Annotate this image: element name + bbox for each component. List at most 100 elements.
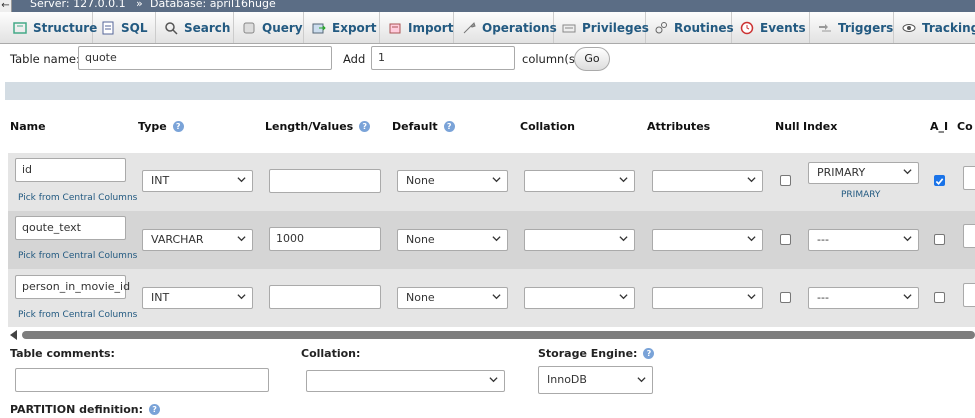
- horizontal-scrollbar[interactable]: [8, 330, 975, 340]
- tab-privileges[interactable]: Privileges: [554, 12, 649, 43]
- help-icon[interactable]: ?: [359, 121, 371, 132]
- column-header-collation: Collation: [520, 120, 575, 133]
- help-icon[interactable]: ?: [643, 348, 655, 359]
- tab-tracking[interactable]: Tracking: [894, 12, 975, 43]
- field-name-input[interactable]: id: [15, 158, 126, 182]
- field-name-input[interactable]: person_in_movie_id: [15, 275, 130, 299]
- field-null-checkbox[interactable]: [780, 175, 791, 186]
- header-label: A_I: [930, 120, 949, 133]
- tab-sql[interactable]: SQL: [93, 12, 156, 43]
- header-label: Null: [775, 120, 800, 133]
- header-label: Name: [10, 120, 46, 133]
- triggers-icon: [818, 21, 832, 35]
- field-name-input[interactable]: qoute_text: [15, 216, 126, 240]
- field-length-input[interactable]: [269, 169, 381, 193]
- field-row: id Pick from Central Columns INT None PR…: [8, 153, 975, 211]
- field-collation-select[interactable]: [524, 287, 635, 309]
- tab-label: Tracking: [922, 20, 975, 35]
- export-icon: [312, 21, 326, 35]
- field-comment-input[interactable]: [963, 224, 975, 248]
- help-icon[interactable]: ?: [443, 121, 455, 132]
- label-text: Table comments:: [10, 347, 115, 360]
- tab-triggers[interactable]: Triggers: [810, 12, 894, 43]
- go-button[interactable]: Go: [574, 47, 610, 71]
- header-label: Default: [392, 120, 438, 133]
- storage-engine-select[interactable]: InnoDB: [538, 366, 653, 394]
- field-default-select[interactable]: None: [397, 287, 508, 309]
- chevron-down-icon: [637, 377, 646, 383]
- tab-search[interactable]: Search: [156, 12, 234, 43]
- field-default-select[interactable]: None: [397, 170, 508, 192]
- chevron-down-icon: [747, 294, 756, 300]
- tab-query[interactable]: Query: [234, 12, 304, 43]
- field-type-select[interactable]: INT: [142, 170, 253, 192]
- field-type-select[interactable]: VARCHAR: [142, 229, 253, 251]
- select-value: INT: [151, 291, 170, 304]
- collapse-nav-button[interactable]: ←: [0, 0, 12, 12]
- pick-central-columns-link[interactable]: Pick from Central Columns: [18, 310, 137, 320]
- field-length-input[interactable]: [269, 285, 381, 309]
- scrollbar-thumb[interactable]: [22, 331, 975, 339]
- column-header-null: Null: [775, 120, 800, 133]
- field-comment-input[interactable]: [963, 283, 975, 307]
- tab-operations[interactable]: Operations: [454, 12, 557, 43]
- field-index-select[interactable]: ---: [808, 287, 919, 309]
- table-comments-input[interactable]: [15, 368, 269, 392]
- help-icon[interactable]: ?: [172, 121, 184, 132]
- select-value: None: [406, 233, 435, 246]
- chevron-down-icon: [619, 177, 628, 183]
- tab-label: Routines: [674, 20, 734, 35]
- field-attributes-select[interactable]: [652, 287, 763, 309]
- field-index-select[interactable]: ---: [808, 229, 919, 251]
- field-null-checkbox[interactable]: [780, 292, 791, 303]
- field-attributes-select[interactable]: [652, 229, 763, 251]
- help-icon[interactable]: ?: [149, 404, 161, 415]
- field-ai-checkbox[interactable]: [934, 292, 945, 303]
- tab-export[interactable]: Export: [304, 12, 380, 43]
- field-collation-select[interactable]: [524, 170, 635, 192]
- scroll-left-icon[interactable]: [10, 330, 17, 340]
- field-collation-select[interactable]: [524, 229, 635, 251]
- field-type-select[interactable]: INT: [142, 287, 253, 309]
- breadcrumb-server[interactable]: Server: 127.0.0.1: [30, 0, 126, 10]
- tab-events[interactable]: Events: [732, 12, 810, 43]
- chevron-down-icon: [747, 177, 756, 183]
- column-header-index: Index: [803, 120, 837, 133]
- header-label: Length/Values: [265, 120, 354, 133]
- index-primary-note[interactable]: PRIMARY: [841, 190, 880, 200]
- pick-central-columns-link[interactable]: Pick from Central Columns: [18, 193, 137, 203]
- select-value: PRIMARY: [817, 166, 866, 179]
- select-value: INT: [151, 174, 170, 187]
- tab-structure[interactable]: Structure: [5, 12, 97, 43]
- field-index-select[interactable]: PRIMARY: [808, 162, 919, 184]
- tab-label: Export: [332, 20, 377, 35]
- select-value: ---: [817, 291, 829, 304]
- table-name-input[interactable]: quote: [78, 46, 332, 70]
- add-label: Add: [343, 52, 366, 66]
- header-label: Collation: [520, 120, 576, 133]
- tab-label: Import: [408, 20, 454, 35]
- chevron-down-icon: [903, 169, 912, 175]
- chevron-down-icon: [903, 236, 912, 242]
- breadcrumb-database[interactable]: Database: april16huge: [150, 0, 276, 10]
- tab-import[interactable]: Import: [380, 12, 454, 43]
- table-collation-select[interactable]: [306, 370, 505, 392]
- field-comment-input[interactable]: [963, 166, 975, 190]
- tab-routines[interactable]: Routines: [646, 12, 734, 43]
- field-length-input[interactable]: 1000: [269, 227, 381, 251]
- table-name-label: Table name:: [10, 52, 80, 66]
- chevron-down-icon: [619, 294, 628, 300]
- field-attributes-select[interactable]: [652, 170, 763, 192]
- events-icon: [740, 21, 754, 35]
- tab-label: SQL: [121, 20, 148, 35]
- field-default-select[interactable]: None: [397, 229, 508, 251]
- chevron-down-icon: [492, 294, 501, 300]
- field-ai-checkbox[interactable]: [934, 175, 945, 186]
- field-ai-checkbox[interactable]: [934, 234, 945, 245]
- routines-icon: [654, 21, 668, 35]
- add-columns-input[interactable]: 1: [371, 46, 515, 70]
- label-text: Collation:: [301, 347, 361, 360]
- field-null-checkbox[interactable]: [780, 234, 791, 245]
- header-label: Attributes: [647, 120, 711, 133]
- pick-central-columns-link[interactable]: Pick from Central Columns: [18, 251, 137, 261]
